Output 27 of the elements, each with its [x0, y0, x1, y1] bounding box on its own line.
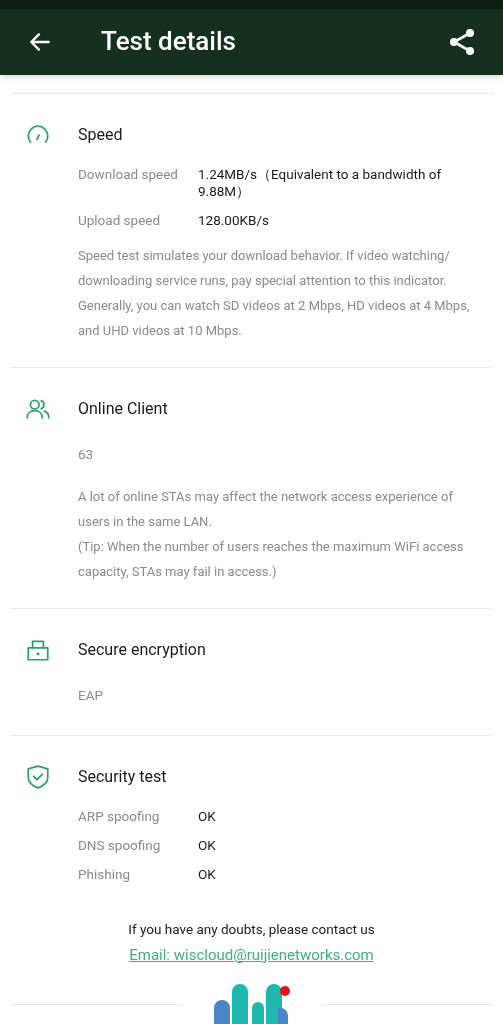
screen-title: Test details — [101, 25, 237, 59]
share-icon — [448, 26, 476, 57]
row-label: Upload speed — [78, 211, 162, 229]
section-value: 63 — [78, 444, 95, 464]
row-label: Phishing — [78, 866, 131, 884]
logo-icon — [211, 984, 292, 1024]
note-text: (Tip: When the number of users reaches the maximum WiFi access capacity, STAs may fail in access.) — [78, 538, 465, 581]
lock-icon — [25, 637, 51, 663]
section-title: Online Client — [78, 397, 168, 420]
note-text: A lot of online STAs may affect the network access experience of users in the same LAN. — [78, 488, 454, 531]
row-label: ARP spoofing — [78, 808, 161, 826]
row-label: Download speed — [78, 165, 179, 184]
share-button[interactable] — [447, 26, 477, 57]
row-label: DNS spoofing — [78, 837, 162, 855]
section-title: Secure encryption — [78, 639, 206, 661]
contact-text: If you have any doubts, please contact us — [128, 920, 375, 940]
note-text: Speed test simulates your download behavior. If video watching/ downloading service runs, pay special attention to this indicator. Generally, you can watch SD videos at 2 Mbps, HD videos at 4 Mbps, and UHD videos at 10 Mbps. — [78, 246, 471, 340]
section-value: EAP — [78, 686, 104, 705]
section-title: Security test — [78, 766, 167, 789]
row-value: 1.24MB/s（Equivalent to a bandwidth of 9.88M） — [198, 165, 443, 200]
email-link[interactable]: Email: wiscloud@ruijienetworks.com — [129, 943, 374, 966]
row-value: OK — [198, 808, 217, 826]
shield-check-icon — [25, 764, 51, 791]
row-value: OK — [198, 837, 217, 855]
section-title: Speed — [78, 123, 123, 146]
row-value: OK — [198, 866, 217, 884]
row-value: 128.00KB/s — [198, 211, 270, 229]
